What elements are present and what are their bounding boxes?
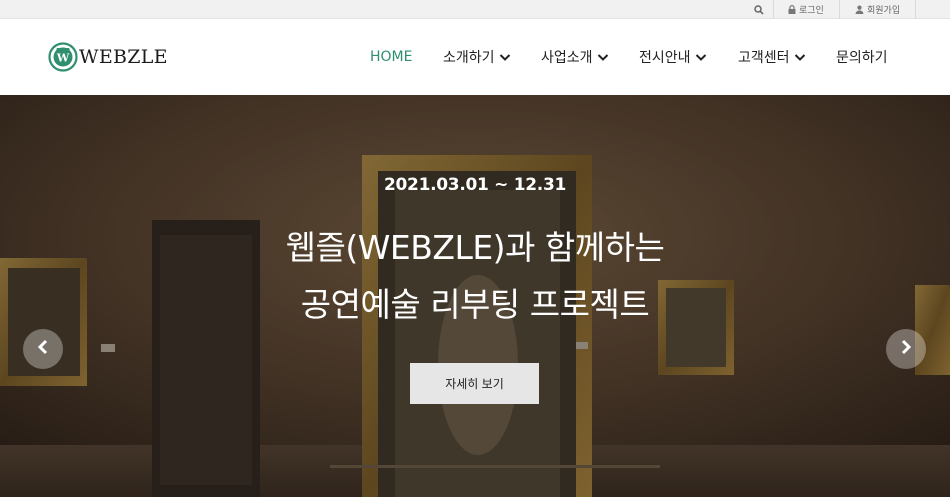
hero-date: 2021.03.01 ~ 12.31 bbox=[384, 175, 566, 195]
logo[interactable]: W WEBZLE bbox=[48, 42, 168, 72]
divider bbox=[773, 0, 774, 19]
nav-label: 문의하기 bbox=[836, 50, 888, 66]
logo-mark-letter: W bbox=[56, 52, 70, 65]
nav-support[interactable]: 고객센터 bbox=[738, 19, 806, 95]
join-link[interactable]: 회원가입 bbox=[855, 0, 900, 19]
join-label: 회원가입 bbox=[867, 6, 901, 16]
divider bbox=[839, 0, 840, 19]
user-icon bbox=[855, 5, 864, 14]
chevron-down-icon bbox=[794, 53, 806, 62]
nav-home[interactable]: HOME bbox=[370, 19, 412, 95]
chevron-right-icon bbox=[899, 339, 913, 359]
login-label: 로그인 bbox=[799, 6, 824, 16]
nav-label: HOME bbox=[370, 49, 413, 65]
nav-label: 사업소개 bbox=[541, 50, 593, 66]
lock-icon bbox=[788, 5, 796, 14]
chevron-down-icon bbox=[695, 53, 707, 62]
nav-label: 전시안내 bbox=[639, 50, 691, 66]
search-icon bbox=[754, 4, 764, 15]
prev-slide-button[interactable] bbox=[23, 329, 63, 369]
nav-business[interactable]: 사업소개 bbox=[541, 19, 609, 95]
hero-title-line1: 웹즐(WEBZLE)과 함께하는 bbox=[285, 228, 665, 267]
view-details-button[interactable]: 자세히 보기 bbox=[410, 363, 539, 404]
nav-about[interactable]: 소개하기 bbox=[443, 19, 511, 95]
nav-label: 소개하기 bbox=[443, 50, 495, 66]
hero-title-line2: 공연예술 리부팅 프로젝트 bbox=[300, 285, 650, 324]
nav-label: 고객센터 bbox=[738, 50, 790, 66]
logo-mark-icon: W bbox=[48, 42, 78, 72]
nav-contact[interactable]: 문의하기 bbox=[836, 19, 888, 95]
login-link[interactable]: 로그인 bbox=[788, 0, 824, 19]
nav-exhibition[interactable]: 전시안내 bbox=[639, 19, 707, 95]
next-slide-button[interactable] bbox=[886, 329, 926, 369]
site-header: W WEBZLE HOME 소개하기 사업소개 전시안내 고객센터 문의하기 bbox=[0, 19, 950, 95]
chevron-left-icon bbox=[36, 339, 50, 359]
hero-slider: 2021.03.01 ~ 12.31 웹즐(WEBZLE)과 함께하는 공연예술… bbox=[0, 95, 950, 497]
top-utility-bar: 로그인 회원가입 bbox=[0, 0, 950, 19]
chevron-down-icon bbox=[499, 53, 511, 62]
divider bbox=[915, 0, 916, 19]
chevron-down-icon bbox=[597, 53, 609, 62]
logo-text: WEBZLE bbox=[79, 46, 168, 68]
search-button[interactable] bbox=[754, 0, 767, 19]
